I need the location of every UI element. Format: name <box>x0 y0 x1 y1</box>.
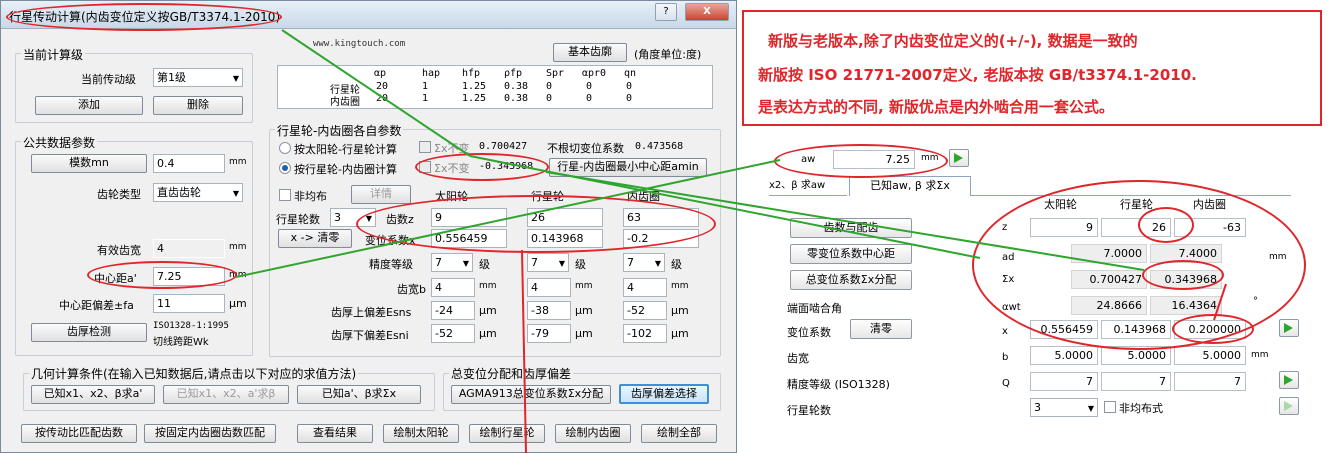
shift-down-line <box>521 249 527 453</box>
ring-x-link-line <box>1213 283 1227 321</box>
title-link-line <box>281 29 471 157</box>
sum-x-compare-line <box>545 171 1145 271</box>
center-link-line <box>235 159 781 278</box>
annotation-lines <box>235 29 1227 453</box>
